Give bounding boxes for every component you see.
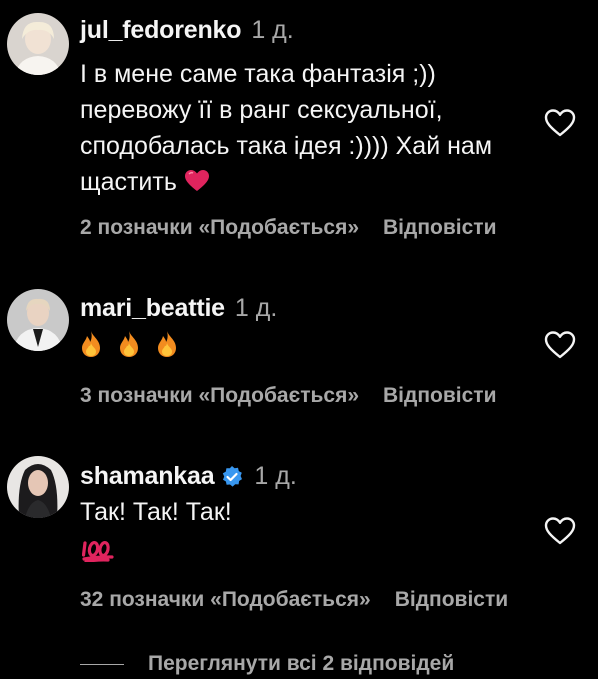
comment-header: shamankaa 1 д. <box>80 462 297 491</box>
timestamp: 1 д. <box>254 462 297 490</box>
timestamp: 1 д. <box>251 16 294 44</box>
timestamp: 1 д. <box>234 294 278 322</box>
comment-actions: 2 позначки «Подобається» Відповісти <box>80 216 496 240</box>
view-replies-button[interactable]: Переглянути всі 2 відповідей <box>80 652 454 676</box>
like-button[interactable] <box>544 108 576 138</box>
heart-outline-icon <box>544 109 576 137</box>
heart-outline-icon <box>544 331 576 359</box>
comment-header: mari_beattie 1 д. <box>80 294 277 323</box>
comment-actions: 32 позначки «Подобається» Відповісти <box>80 588 508 612</box>
comment-actions: 3 позначки «Подобається» Відповісти <box>80 384 496 408</box>
comment-text: Так! Так! Так! <box>80 494 540 530</box>
heart-outline-icon <box>544 517 576 545</box>
hundred-points-icon <box>81 540 116 567</box>
verified-badge-icon <box>220 465 244 489</box>
comment-header: jul_fedorenko 1 д. <box>80 16 294 45</box>
fire-icon <box>120 331 138 357</box>
comment-line: сподобалась така ідея :)))) Хай нам <box>80 132 493 160</box>
username[interactable]: jul_fedorenko <box>80 16 242 45</box>
avatar[interactable] <box>7 289 69 351</box>
comment-jul-fedorenko: jul_fedorenko 1 д. І в мене саме така фа… <box>0 0 598 250</box>
view-replies-label: Переглянути всі 2 відповідей <box>148 652 455 675</box>
comment-line: щастить <box>80 164 540 200</box>
red-heart-icon <box>184 170 209 191</box>
comment-line: Так! Так! Так! <box>80 498 232 526</box>
username[interactable]: mari_beattie <box>80 294 225 323</box>
fire-icon <box>158 331 176 357</box>
avatar[interactable] <box>7 13 69 75</box>
likes-count[interactable]: 3 позначки «Подобається» <box>80 384 359 408</box>
likes-count[interactable]: 2 позначки «Подобається» <box>80 216 359 240</box>
reply-button[interactable]: Відповісти <box>395 588 508 612</box>
like-button[interactable] <box>544 516 576 546</box>
username[interactable]: shamankaa <box>80 462 215 491</box>
fire-icon <box>82 331 100 357</box>
comment-text: І в мене саме така фантазія ;)) перевожу… <box>80 56 540 200</box>
like-button[interactable] <box>544 330 576 360</box>
comment-line: перевожу її в ранг сексуальної, <box>80 96 443 124</box>
reply-button[interactable]: Відповісти <box>383 216 496 240</box>
avatar[interactable] <box>7 456 69 518</box>
divider <box>80 663 124 665</box>
comment-text <box>80 330 178 358</box>
reply-button[interactable]: Відповісти <box>383 384 496 408</box>
comment-line: І в мене саме така фантазія ;)) <box>80 60 436 88</box>
likes-count[interactable]: 32 позначки «Подобається» <box>80 588 371 612</box>
